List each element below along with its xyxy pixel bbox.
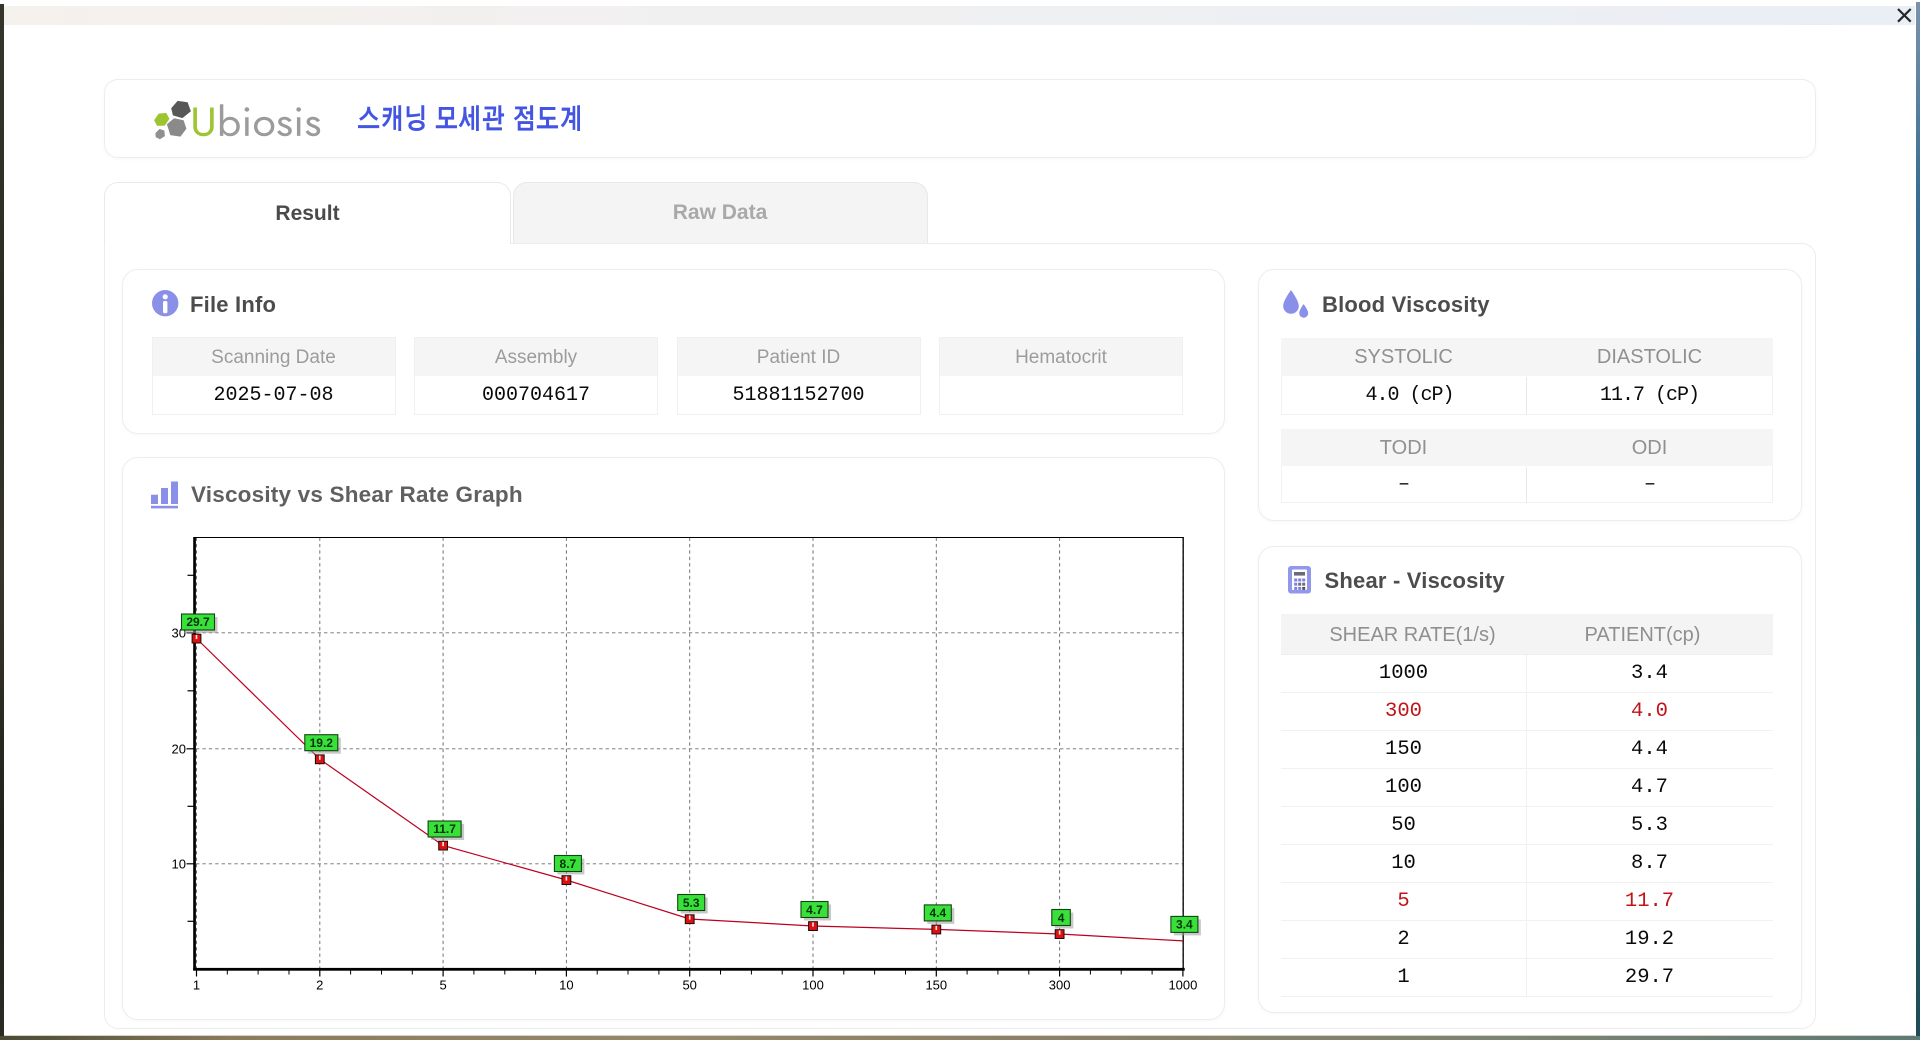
svg-text:100: 100 bbox=[802, 978, 824, 993]
svg-text:150: 150 bbox=[925, 978, 947, 993]
svg-text:5.3: 5.3 bbox=[683, 896, 700, 910]
svg-text:5: 5 bbox=[439, 978, 446, 993]
svg-text:2: 2 bbox=[316, 978, 323, 993]
svg-text:4.4: 4.4 bbox=[929, 906, 946, 920]
svg-text:29.7: 29.7 bbox=[186, 615, 210, 629]
svg-text:1000: 1000 bbox=[1168, 978, 1197, 993]
svg-text:11.7: 11.7 bbox=[433, 822, 456, 836]
svg-text:20: 20 bbox=[172, 741, 186, 756]
svg-text:19.2: 19.2 bbox=[310, 736, 334, 750]
svg-text:4: 4 bbox=[1058, 911, 1065, 925]
svg-text:1: 1 bbox=[193, 978, 200, 993]
svg-text:4.7: 4.7 bbox=[806, 903, 823, 917]
svg-text:3.4: 3.4 bbox=[1176, 918, 1193, 932]
svg-text:50: 50 bbox=[682, 978, 696, 993]
svg-text:10: 10 bbox=[172, 856, 186, 871]
svg-text:300: 300 bbox=[1049, 978, 1071, 993]
svg-text:8.7: 8.7 bbox=[560, 857, 577, 871]
svg-text:10: 10 bbox=[559, 978, 573, 993]
